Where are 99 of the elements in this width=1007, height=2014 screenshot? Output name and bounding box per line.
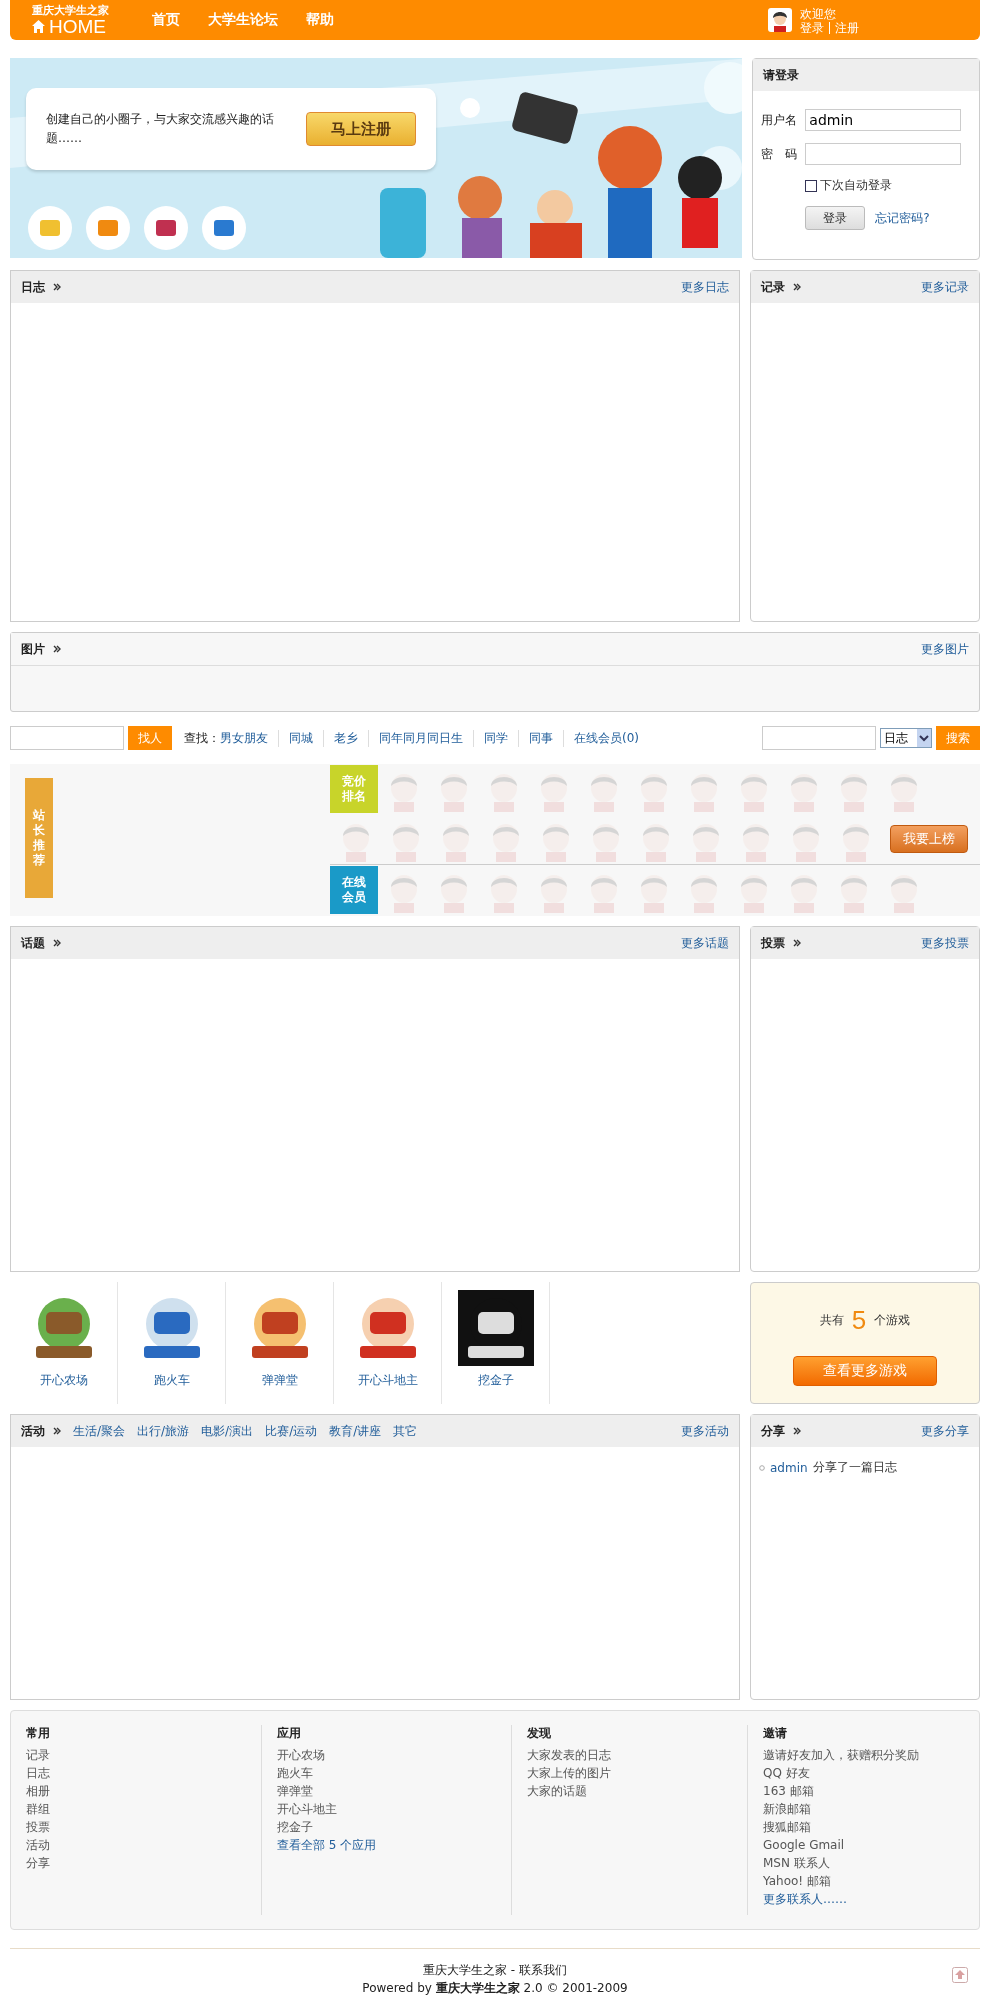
field-label: 用户名	[761, 111, 799, 129]
field-label: 密 码	[761, 145, 799, 163]
footer-link[interactable]: 活动	[26, 1836, 246, 1854]
avatar-icon	[768, 8, 792, 32]
category-link[interactable]: 其它	[393, 1422, 418, 1440]
checkbox-label: 下次自动登录	[820, 177, 893, 194]
footer-link[interactable]: 查看全部 5 个应用	[277, 1836, 496, 1854]
footer-link[interactable]: 日志	[26, 1764, 246, 1782]
more-link[interactable]: 更多日志	[681, 278, 729, 296]
double-arrow-icon	[793, 283, 801, 291]
more-link[interactable]: 更多分享	[921, 1422, 969, 1440]
category-link[interactable]: 教育/讲座	[329, 1422, 382, 1440]
more-link[interactable]: 更多记录	[921, 278, 969, 296]
find-label: 查找：	[184, 729, 220, 747]
double-arrow-icon	[53, 1427, 61, 1435]
footer-link[interactable]: 弹弹堂	[277, 1782, 496, 1800]
footer-link[interactable]: 相册	[26, 1782, 246, 1800]
people-search-field[interactable]	[10, 726, 124, 750]
category-link[interactable]: 比赛/运动	[265, 1422, 318, 1440]
footer-link[interactable]: 大家发表的日志	[527, 1746, 732, 1764]
game-link[interactable]: 跑火车	[153, 1372, 190, 1389]
footer-link[interactable]: 开心农场	[277, 1746, 496, 1764]
filter-link[interactable]: 男女朋友	[220, 729, 278, 747]
game-link[interactable]: 开心农场	[39, 1372, 88, 1389]
column-title: 邀请	[763, 1725, 788, 1741]
double-arrow-icon	[793, 939, 801, 947]
panel-title: 话题	[21, 934, 45, 952]
footer-link[interactable]: 投票	[26, 1818, 246, 1836]
footer-link[interactable]: 大家的话题	[527, 1782, 732, 1800]
summary-text: 共有	[819, 1312, 844, 1329]
column-title: 发现	[527, 1725, 552, 1741]
house-icon	[32, 20, 45, 33]
category-link[interactable]: 电影/演出	[201, 1422, 254, 1440]
more-link[interactable]: 更多话题	[681, 934, 729, 952]
column-title: 应用	[277, 1725, 302, 1741]
category-link[interactable]: 出行/旅游	[137, 1422, 190, 1440]
remember-checkbox[interactable]	[805, 179, 818, 192]
filter-link[interactable]: 同年同月同日生	[368, 729, 473, 747]
panel-title: 活动	[21, 1422, 45, 1440]
panel-title: 请登录	[763, 66, 800, 84]
bullet-icon	[759, 1464, 765, 1471]
username-field[interactable]: admin	[805, 109, 962, 131]
greeting: 欢迎您	[800, 6, 837, 22]
filter-link[interactable]: 老乡	[323, 729, 368, 747]
game-link[interactable]: 弹弹堂	[261, 1372, 298, 1389]
panel-title: 投票	[761, 934, 785, 952]
footer-link[interactable]: 分享	[26, 1854, 246, 1872]
forgot-password-link[interactable]: 忘记密码?	[875, 209, 930, 227]
more-link[interactable]: 更多活动	[681, 1422, 729, 1440]
filter-link[interactable]: 在线会员(0)	[563, 729, 649, 747]
share-text: 分享了一篇日志	[812, 1459, 897, 1476]
footer-text: 重庆大学生之家 - 联系我们	[423, 1962, 567, 1979]
footer-link[interactable]: 挖金子	[277, 1818, 496, 1836]
game-link[interactable]: 挖金子	[477, 1372, 514, 1389]
ranking-tag: 竞价排名	[330, 765, 378, 813]
more-link[interactable]: 更多投票	[921, 934, 969, 952]
game-count: 5	[851, 1305, 867, 1336]
footer-link[interactable]: 大家上传的图片	[527, 1764, 732, 1782]
column-title: 常用	[26, 1725, 51, 1741]
online-members-tag: 在线会员	[330, 865, 378, 914]
filter-link[interactable]: 同事	[518, 729, 563, 747]
footer-link[interactable]: Google Gmail	[763, 1836, 964, 1854]
footer-link[interactable]: 邀请好友加入，获赠积分奖励	[763, 1746, 964, 1764]
panel-title: 日志	[21, 278, 45, 296]
double-arrow-icon	[53, 283, 61, 291]
game-link[interactable]: 开心斗地主	[357, 1372, 418, 1389]
footer-link[interactable]: 搜狐邮箱	[763, 1818, 964, 1836]
footer-link[interactable]: 更多联系人……	[763, 1890, 964, 1908]
footer-link[interactable]: Yahoo! 邮箱	[763, 1872, 964, 1890]
footer-link[interactable]: 群组	[26, 1800, 246, 1818]
panel-title: 记录	[761, 278, 785, 296]
footer-link[interactable]: MSN 联系人	[763, 1854, 964, 1872]
banner-text: 创建自己的小圈子，与大家交流感兴趣的话题……	[46, 111, 275, 147]
footer-link[interactable]: 163 邮箱	[763, 1782, 964, 1800]
register-button[interactable]: 马上注册	[305, 112, 416, 146]
copyright-text: Powered by 重庆大学生之家 2.0 © 2001-2009	[362, 1980, 628, 1997]
double-arrow-icon	[53, 939, 61, 947]
filter-link[interactable]: 同城	[278, 729, 323, 747]
panel-title: 图片	[21, 640, 45, 658]
summary-text: 个游戏	[874, 1312, 911, 1329]
double-arrow-icon	[793, 1427, 801, 1435]
more-link[interactable]: 更多图片	[921, 640, 969, 658]
footer-link[interactable]: 开心斗地主	[277, 1800, 496, 1818]
footer-link[interactable]: 跑火车	[277, 1764, 496, 1782]
back-to-top-icon[interactable]	[952, 1967, 968, 1983]
double-arrow-icon	[53, 645, 61, 653]
filter-link[interactable]: 同学	[473, 729, 518, 747]
site-name: 重庆大学生之家	[32, 3, 110, 17]
recommend-tag: 站长推荐	[25, 778, 53, 898]
search-type-select[interactable]: 日志	[880, 728, 932, 748]
panel-title: 分享	[761, 1422, 785, 1440]
footer-link[interactable]: QQ 好友	[763, 1764, 964, 1782]
footer-link[interactable]: 新浪邮箱	[763, 1800, 964, 1818]
user-link[interactable]: admin	[770, 1460, 808, 1475]
login-button[interactable]: 登录	[805, 206, 866, 230]
site-search-field[interactable]	[762, 726, 876, 750]
password-field[interactable]	[805, 143, 962, 165]
category-link[interactable]: 生活/聚会	[73, 1422, 126, 1440]
footer-link[interactable]: 记录	[26, 1746, 246, 1764]
